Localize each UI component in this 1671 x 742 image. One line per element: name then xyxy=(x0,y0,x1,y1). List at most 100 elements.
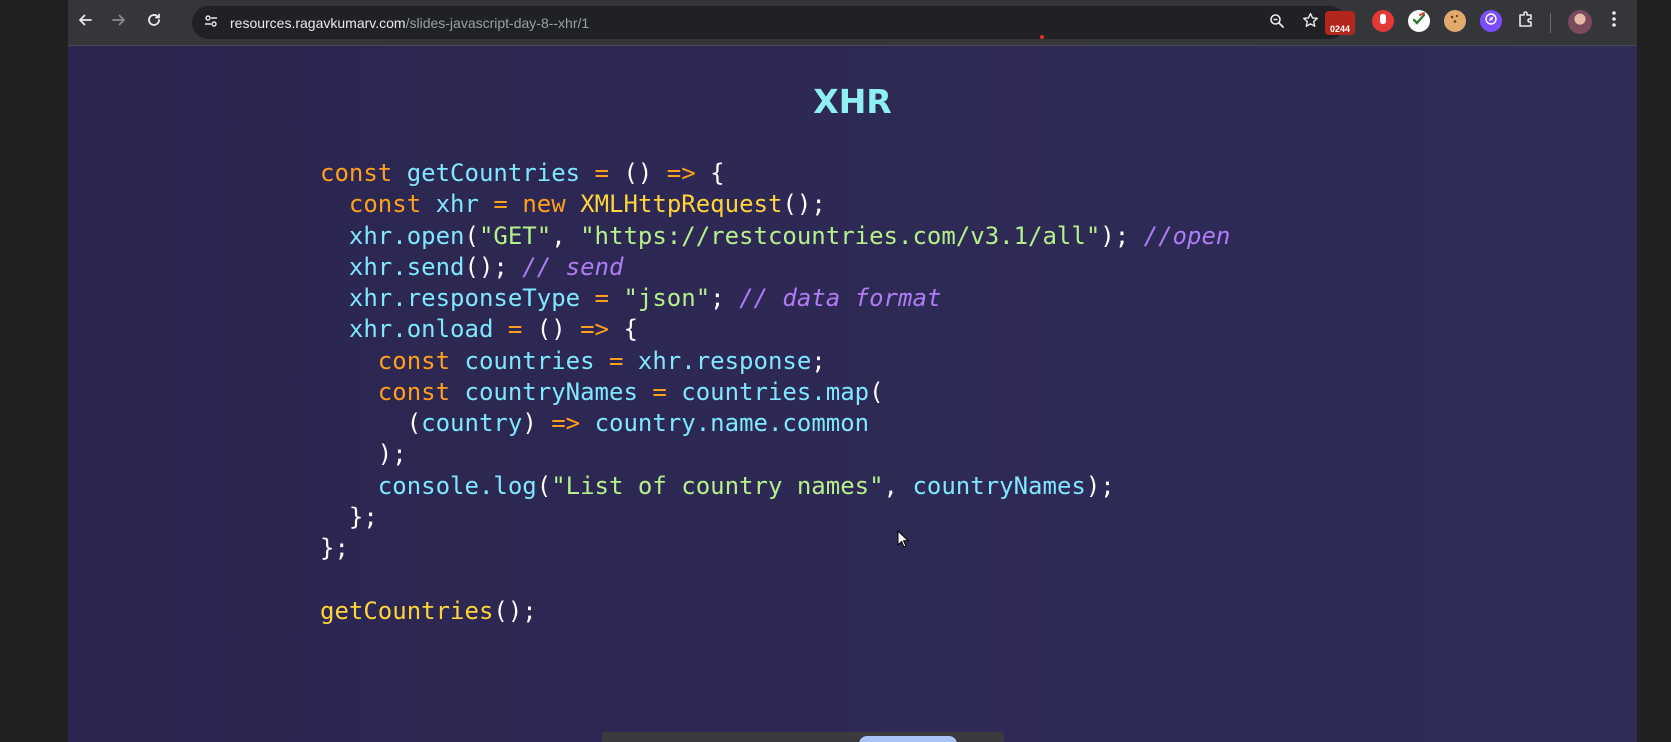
code-token: const xyxy=(320,159,393,187)
code-token: xhr xyxy=(435,190,479,219)
forward-button[interactable] xyxy=(106,9,132,35)
code-token: { xyxy=(695,159,725,187)
code-token: const xyxy=(348,190,422,219)
code-token: = xyxy=(594,159,609,187)
code-token: => xyxy=(551,409,581,437)
url-host: resources.ragavkumarv.com xyxy=(230,15,406,31)
code-token: country.name.common xyxy=(594,409,870,437)
code-token: XMLHttpRequest xyxy=(580,190,783,219)
code-token: }; xyxy=(320,502,378,531)
code-token: ); xyxy=(1100,221,1144,250)
forward-arrow-icon xyxy=(111,12,127,33)
code-token: }; xyxy=(320,534,349,562)
cookie-icon xyxy=(1448,12,1462,31)
code-token: () xyxy=(609,159,667,187)
address-bar[interactable]: resources.ragavkumarv.com/slides-javascr… xyxy=(192,6,1346,39)
code-token: ; xyxy=(811,346,826,375)
code-token: = xyxy=(493,190,508,219)
code-token: console.log xyxy=(377,471,537,500)
extension-check-button[interactable] xyxy=(1408,10,1430,32)
slide-title: XHR xyxy=(813,82,892,121)
code-token: ( xyxy=(464,221,479,250)
screen-bezel-left xyxy=(0,0,68,742)
code-token: ); xyxy=(1085,471,1115,500)
puzzle-icon xyxy=(1517,10,1535,33)
extensions-menu-button[interactable] xyxy=(1515,10,1537,32)
code-token: => xyxy=(666,159,696,187)
extension-cookie-button[interactable] xyxy=(1444,10,1466,32)
code-token: country xyxy=(421,409,523,437)
code-token: countryNames xyxy=(464,377,638,406)
code-token: => xyxy=(580,315,610,344)
code-token: { xyxy=(609,315,638,344)
code-token: xhr.response xyxy=(637,346,812,375)
code-token: = xyxy=(609,346,624,375)
code-token: countries xyxy=(464,346,595,375)
code-token: ; xyxy=(710,284,740,312)
code-line: }; xyxy=(320,533,1230,564)
extension-hand-button[interactable] xyxy=(1372,10,1394,32)
zoom-button[interactable] xyxy=(1266,12,1288,34)
extension-compass-button[interactable] xyxy=(1480,10,1502,32)
bookmark-button[interactable] xyxy=(1299,12,1321,34)
recording-dot xyxy=(1040,35,1044,39)
code-token: getCountries xyxy=(320,596,494,625)
profile-avatar[interactable] xyxy=(1568,10,1592,34)
code-line: ); xyxy=(320,439,1230,470)
code-block: const getCountries = () => { const xhr =… xyxy=(320,158,1230,627)
hand-icon xyxy=(1377,12,1389,31)
code-token: = xyxy=(652,377,667,406)
toolbar-separator xyxy=(1550,13,1551,33)
compass-icon xyxy=(1484,12,1498,31)
browser-menu-button[interactable] xyxy=(1603,10,1625,32)
back-button[interactable] xyxy=(72,9,98,35)
check-icon xyxy=(1411,11,1427,32)
mouse-pointer xyxy=(897,529,910,553)
more-vert-icon xyxy=(1611,10,1617,33)
code-token: (); xyxy=(782,190,826,219)
code-line: xhr.open("GET", "https://restcountries.c… xyxy=(320,221,1230,252)
code-token: "GET" xyxy=(478,221,552,250)
code-token: "https://restcountries.com/v3.1/all" xyxy=(580,221,1101,250)
code-token: countryNames xyxy=(912,471,1086,500)
extension-badge-button[interactable]: 0244 xyxy=(1325,11,1355,35)
back-arrow-icon xyxy=(77,12,93,33)
extension-badge-count: 0244 xyxy=(1329,24,1351,34)
code-token: const xyxy=(377,377,451,406)
code-token: new xyxy=(522,190,566,219)
code-line: const xhr = new XMLHttpRequest(); xyxy=(320,189,1230,220)
code-line: (country) => country.name.common xyxy=(320,408,1230,439)
code-token: ( xyxy=(869,377,884,406)
code-line: getCountries(); xyxy=(320,596,1230,627)
code-line: xhr.onload = () => { xyxy=(320,314,1230,345)
code-line: xhr.send(); // send xyxy=(320,252,1230,283)
code-token: const xyxy=(377,346,451,375)
reload-button[interactable] xyxy=(141,9,167,35)
code-token: , xyxy=(883,471,913,500)
code-line: const countries = xhr.response; xyxy=(320,346,1230,377)
site-info-button[interactable] xyxy=(200,12,222,34)
screen-share-stop-button[interactable] xyxy=(859,736,957,742)
code-line: xhr.responseType = "json"; // data forma… xyxy=(320,283,1230,314)
url-text[interactable]: resources.ragavkumarv.com/slides-javascr… xyxy=(230,15,589,31)
code-token: // data format xyxy=(739,284,942,312)
code-token: () xyxy=(522,315,581,344)
slide-page: XHR const getCountries = () => { const x… xyxy=(68,46,1637,742)
